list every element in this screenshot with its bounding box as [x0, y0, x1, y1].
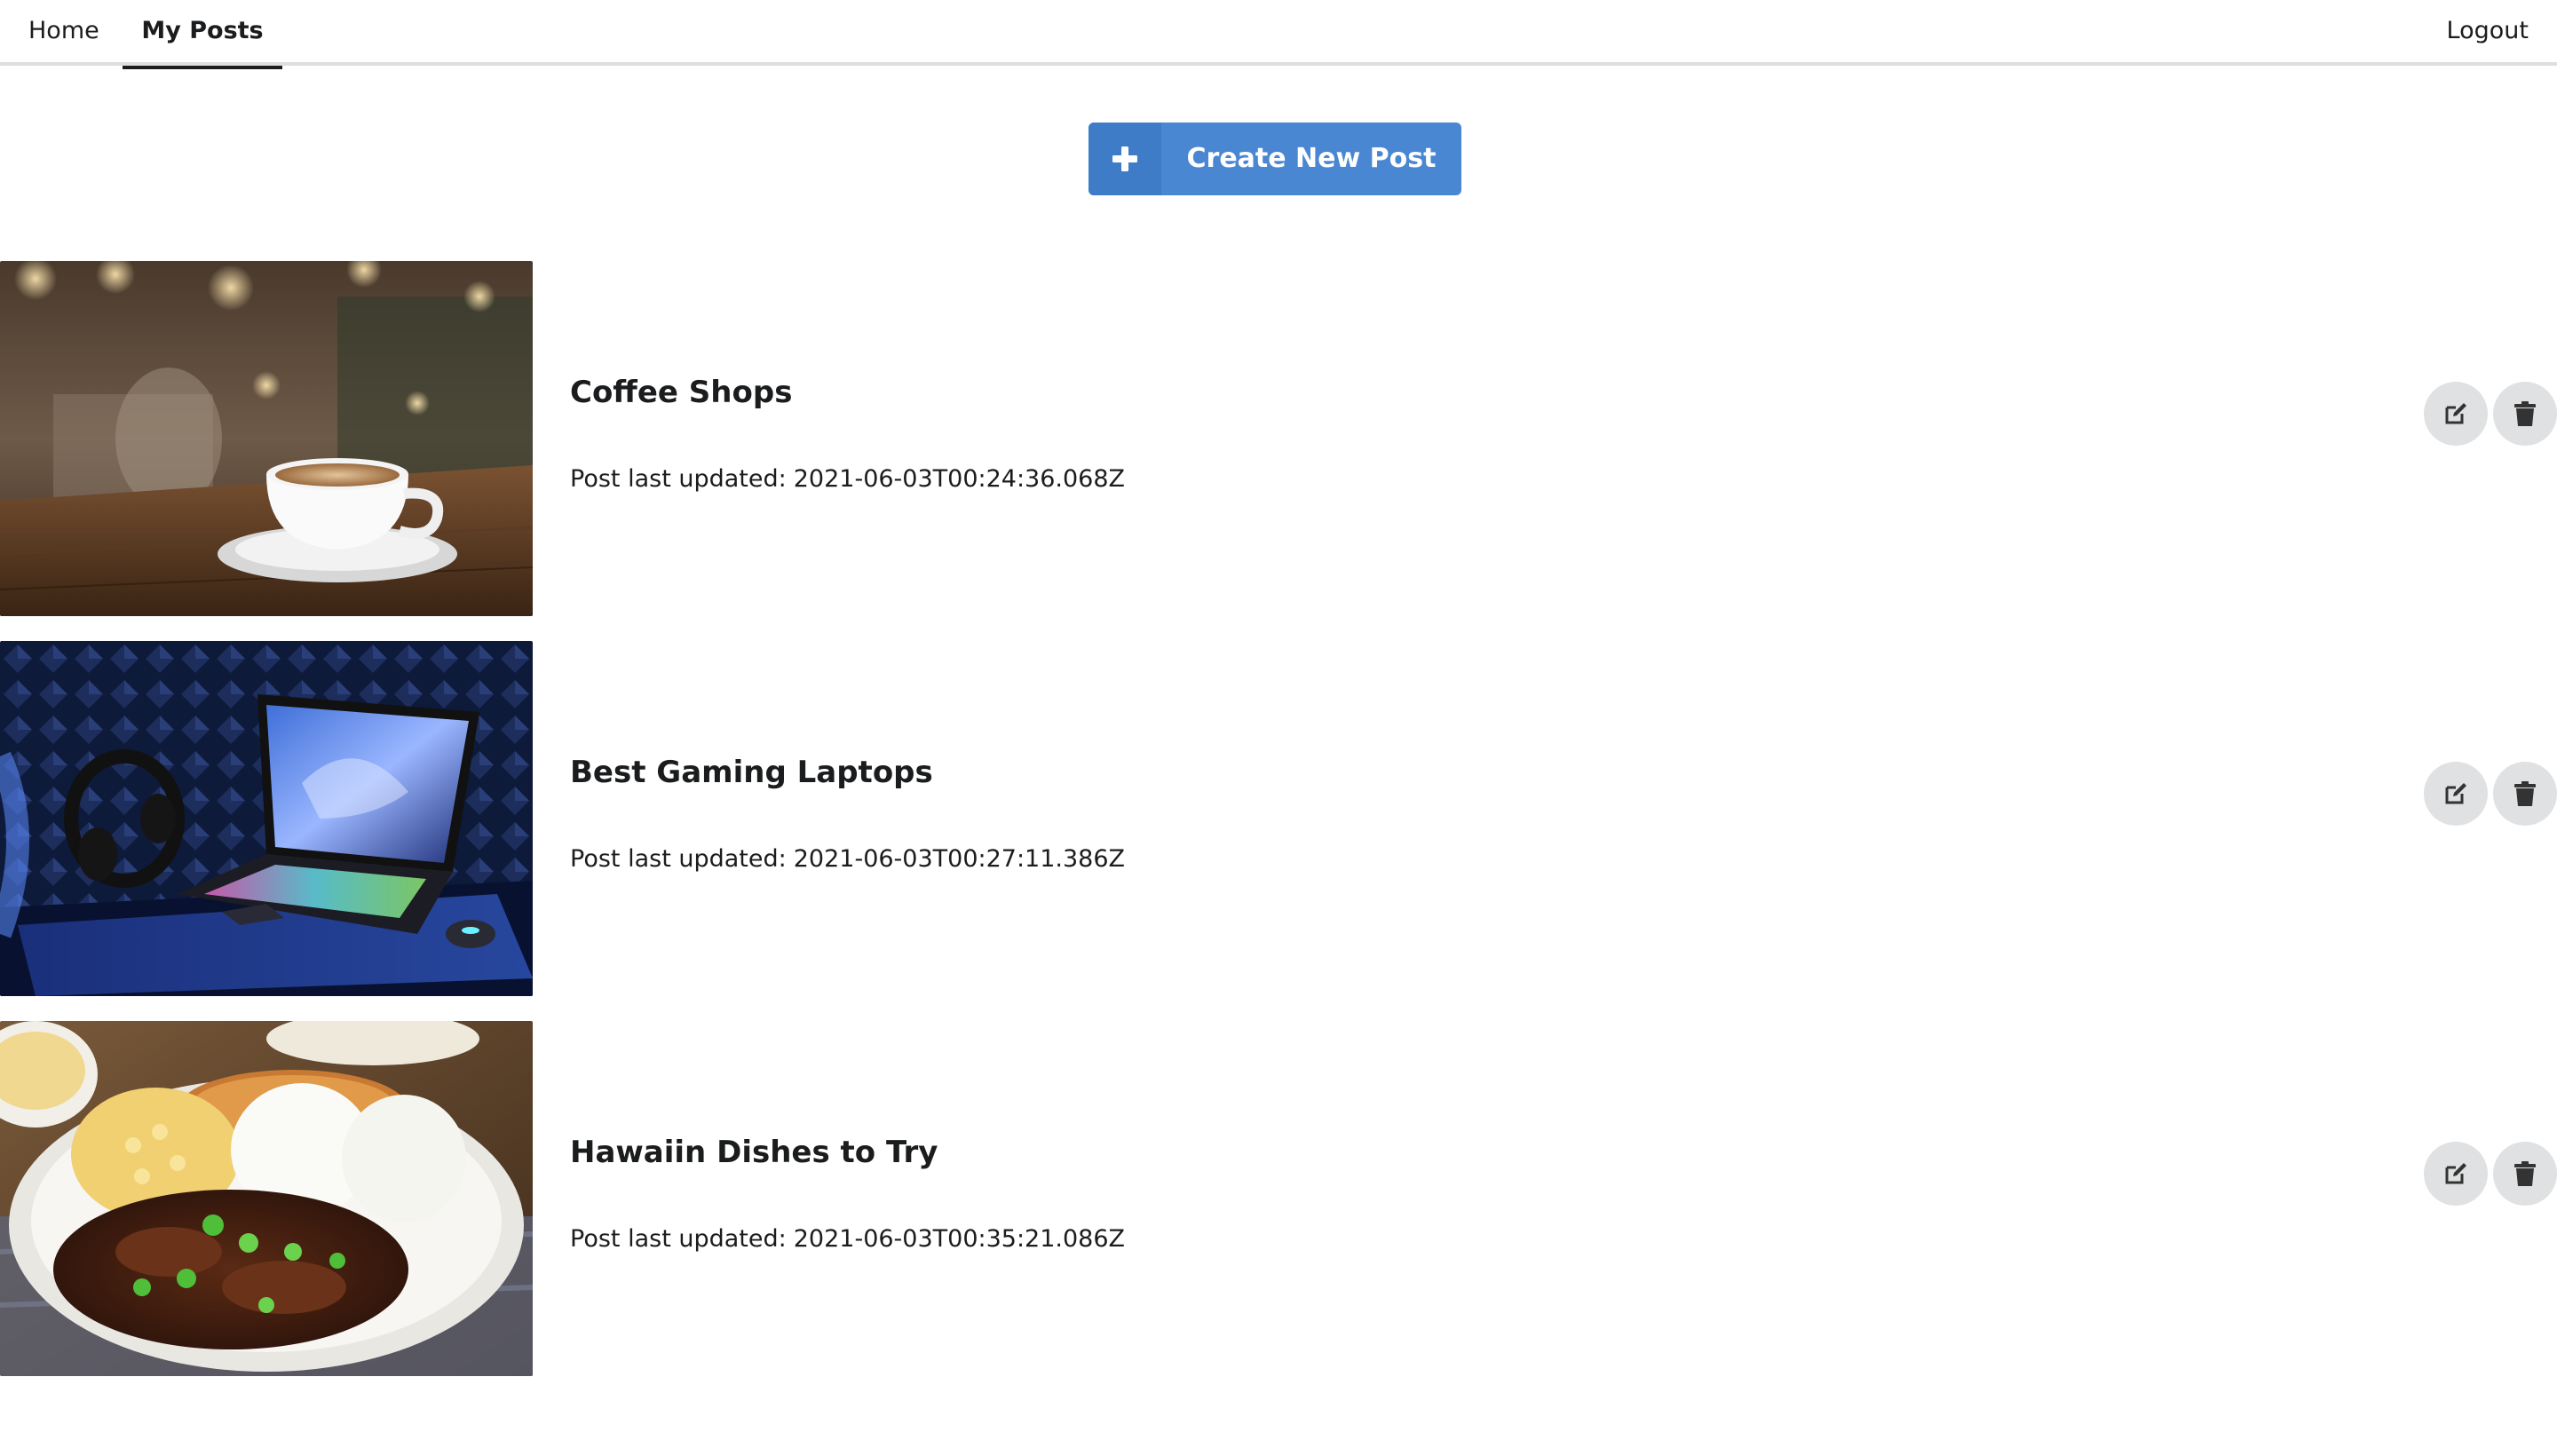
top-menu: Home My Posts Logout — [0, 0, 2557, 69]
post-item: Hawaiin Dishes to Try Post last updated:… — [0, 1021, 2557, 1376]
delete-post-button[interactable] — [2493, 1142, 2557, 1206]
post-updated-text: Post last updated: 2021-06-03T00:35:21.08… — [570, 1225, 1126, 1253]
edit-icon — [2445, 403, 2466, 424]
post-title[interactable]: Best Gaming Laptops — [570, 755, 933, 790]
gaming-laptop-photo — [0, 641, 533, 996]
hawaiian-plate-photo — [0, 1021, 533, 1376]
edit-post-button[interactable] — [2424, 762, 2488, 826]
edit-post-button[interactable] — [2424, 1142, 2488, 1206]
delete-post-button[interactable] — [2493, 382, 2557, 446]
edit-icon — [2445, 783, 2466, 804]
post-thumbnail[interactable] — [0, 641, 533, 996]
post-updated-text: Post last updated: 2021-06-03T00:27:11.38… — [570, 845, 1126, 873]
post-thumbnail[interactable] — [0, 1021, 533, 1376]
post-updated-text: Post last updated: 2021-06-03T00:24:36.06… — [570, 465, 1126, 493]
trash-icon — [2514, 401, 2536, 426]
nav-logout-link[interactable]: Logout — [2447, 0, 2529, 66]
trash-icon — [2514, 781, 2536, 806]
edit-icon — [2445, 1163, 2466, 1184]
nav-my-posts-tab[interactable]: My Posts — [123, 0, 282, 69]
post-thumbnail[interactable] — [0, 261, 533, 616]
trash-icon — [2514, 1161, 2536, 1186]
coffee-cup-photo — [0, 261, 533, 616]
post-title[interactable]: Hawaiin Dishes to Try — [570, 1135, 938, 1170]
plus-icon — [1089, 123, 1161, 195]
create-new-post-button[interactable]: Create New Post — [1089, 123, 1461, 195]
post-item: Coffee Shops Post last updated: 2021-06-0… — [0, 261, 2557, 616]
post-item: Best Gaming Laptops Post last updated: 20… — [0, 641, 2557, 996]
edit-post-button[interactable] — [2424, 382, 2488, 446]
nav-home-link[interactable]: Home — [28, 0, 99, 66]
delete-post-button[interactable] — [2493, 762, 2557, 826]
create-new-post-label: Create New Post — [1186, 143, 1437, 174]
post-title[interactable]: Coffee Shops — [570, 375, 792, 410]
